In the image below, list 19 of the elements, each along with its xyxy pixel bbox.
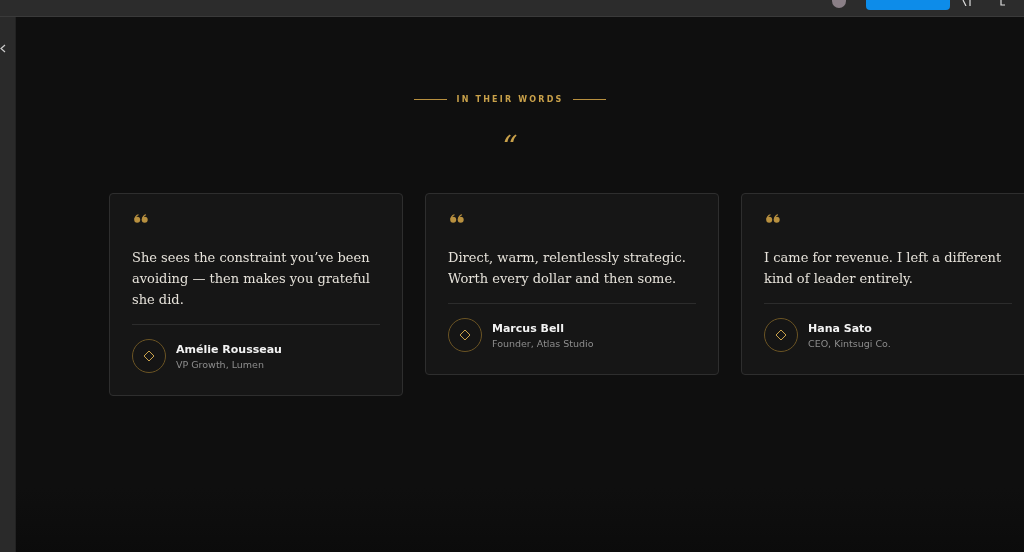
author-name: Marcus Bell <box>492 321 565 335</box>
collapse-icon[interactable] <box>0 44 6 53</box>
quote-icon <box>766 214 781 223</box>
author-role: Founder, Atlas Studio <box>492 337 594 349</box>
diamond-avatar-icon <box>132 339 166 373</box>
testimonial-quote: I came for revenue. I left a different kind of leader entirely. <box>764 249 1003 288</box>
testimonial-quote: Direct, warm, relentlessly strategic. Worth every dollar and then some. <box>448 249 687 288</box>
quote-mark: “ <box>501 132 519 152</box>
author-name: Amélie Rousseau <box>176 342 282 356</box>
author-name: Hana Sato <box>808 321 873 335</box>
section-eyebrow: IN THEIR WORDS <box>456 95 564 104</box>
avatar-icon[interactable] <box>832 0 846 8</box>
quote-icon <box>450 214 465 223</box>
author-role: VP Growth, Lumen <box>176 358 265 370</box>
author-role: CEO, Kintsugi Co. <box>808 337 891 349</box>
diamond-avatar-icon <box>448 318 482 352</box>
diamond-avatar-icon <box>764 318 798 352</box>
quote-icon <box>134 214 149 223</box>
testimonial-quote: She sees the constraint you’ve been avoiding — then makes you grateful she did. <box>132 249 371 309</box>
